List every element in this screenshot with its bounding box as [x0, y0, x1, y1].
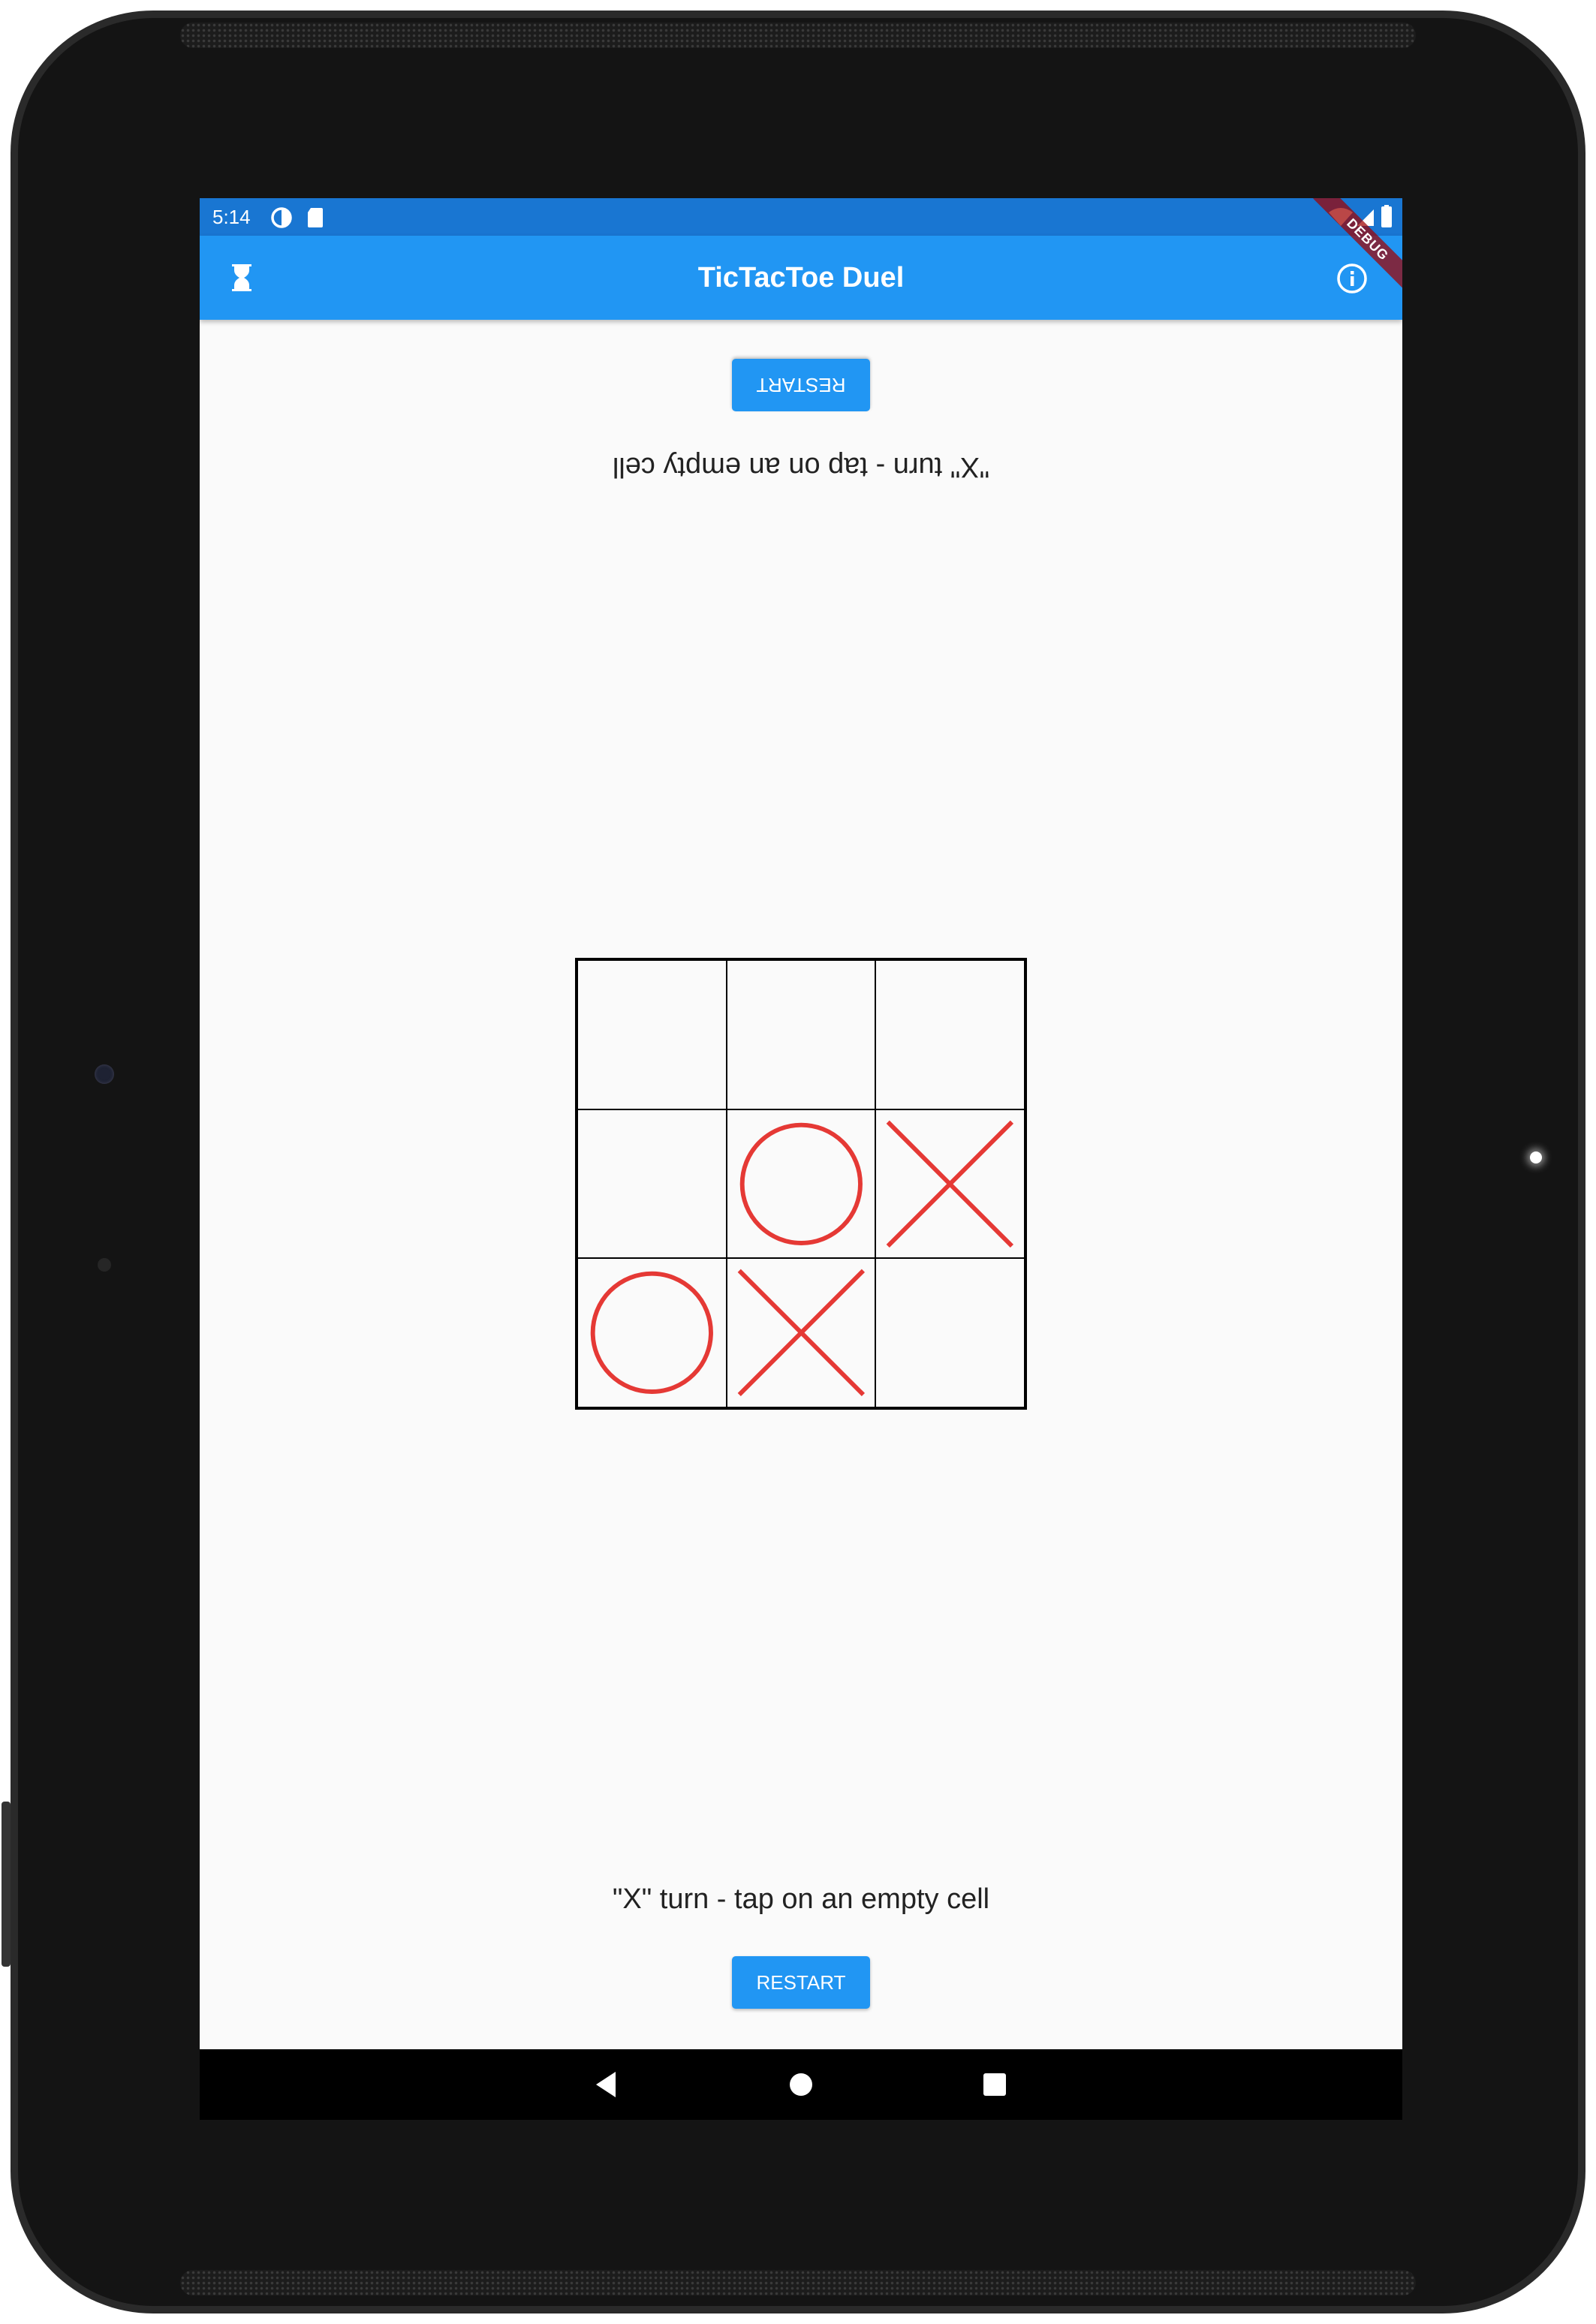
board-cell-8[interactable] — [726, 1258, 876, 1407]
board-cell-1[interactable] — [577, 960, 727, 1109]
sensor-dot — [98, 1258, 111, 1272]
board-cell-3[interactable] — [875, 960, 1025, 1109]
x-mark-icon — [737, 1269, 865, 1397]
data-saver-icon — [270, 206, 293, 233]
board-cell-2[interactable] — [726, 960, 876, 1109]
status-bar: 5:14 — [200, 198, 1402, 236]
app-title: TicTacToe Duel — [697, 262, 905, 294]
status-time: 5:14 — [212, 206, 251, 228]
turn-message-bottom: "X" turn - tap on an empty cell — [612, 1883, 990, 1915]
navigation-bar — [200, 2049, 1402, 2120]
board-cell-6[interactable] — [875, 1109, 1025, 1259]
o-mark-icon — [590, 1272, 713, 1395]
home-icon[interactable] — [784, 2067, 818, 2102]
device-screen: 5:14 TicTacToe Duel DEBUG RESTART "X" tu… — [200, 198, 1402, 2120]
volume-button[interactable] — [2, 1802, 11, 1967]
hourglass-icon[interactable] — [230, 263, 254, 297]
back-icon[interactable] — [590, 2067, 625, 2102]
info-icon[interactable] — [1336, 263, 1368, 298]
speaker-grille-bottom — [180, 2270, 1416, 2295]
turn-message-top: "X" turn - tap on an empty cell — [612, 451, 990, 483]
sd-card-icon — [306, 206, 324, 233]
restart-button-bottom[interactable]: RESTART — [732, 1956, 870, 2009]
x-mark-icon — [886, 1120, 1014, 1248]
recents-icon[interactable] — [977, 2067, 1012, 2102]
speaker-grille-top — [180, 23, 1416, 48]
board-cell-4[interactable] — [577, 1109, 727, 1259]
board-cell-7[interactable] — [577, 1258, 727, 1407]
board-cell-5[interactable] — [726, 1109, 876, 1259]
tablet-device: 5:14 TicTacToe Duel DEBUG RESTART "X" tu… — [0, 0, 1596, 2324]
front-camera — [95, 1064, 114, 1084]
restart-button-top[interactable]: RESTART — [732, 359, 870, 411]
board-cell-9[interactable] — [875, 1258, 1025, 1407]
game-board — [575, 958, 1027, 1410]
app-bar: TicTacToe Duel — [200, 236, 1402, 320]
o-mark-icon — [739, 1122, 863, 1245]
notification-light — [1530, 1151, 1542, 1164]
